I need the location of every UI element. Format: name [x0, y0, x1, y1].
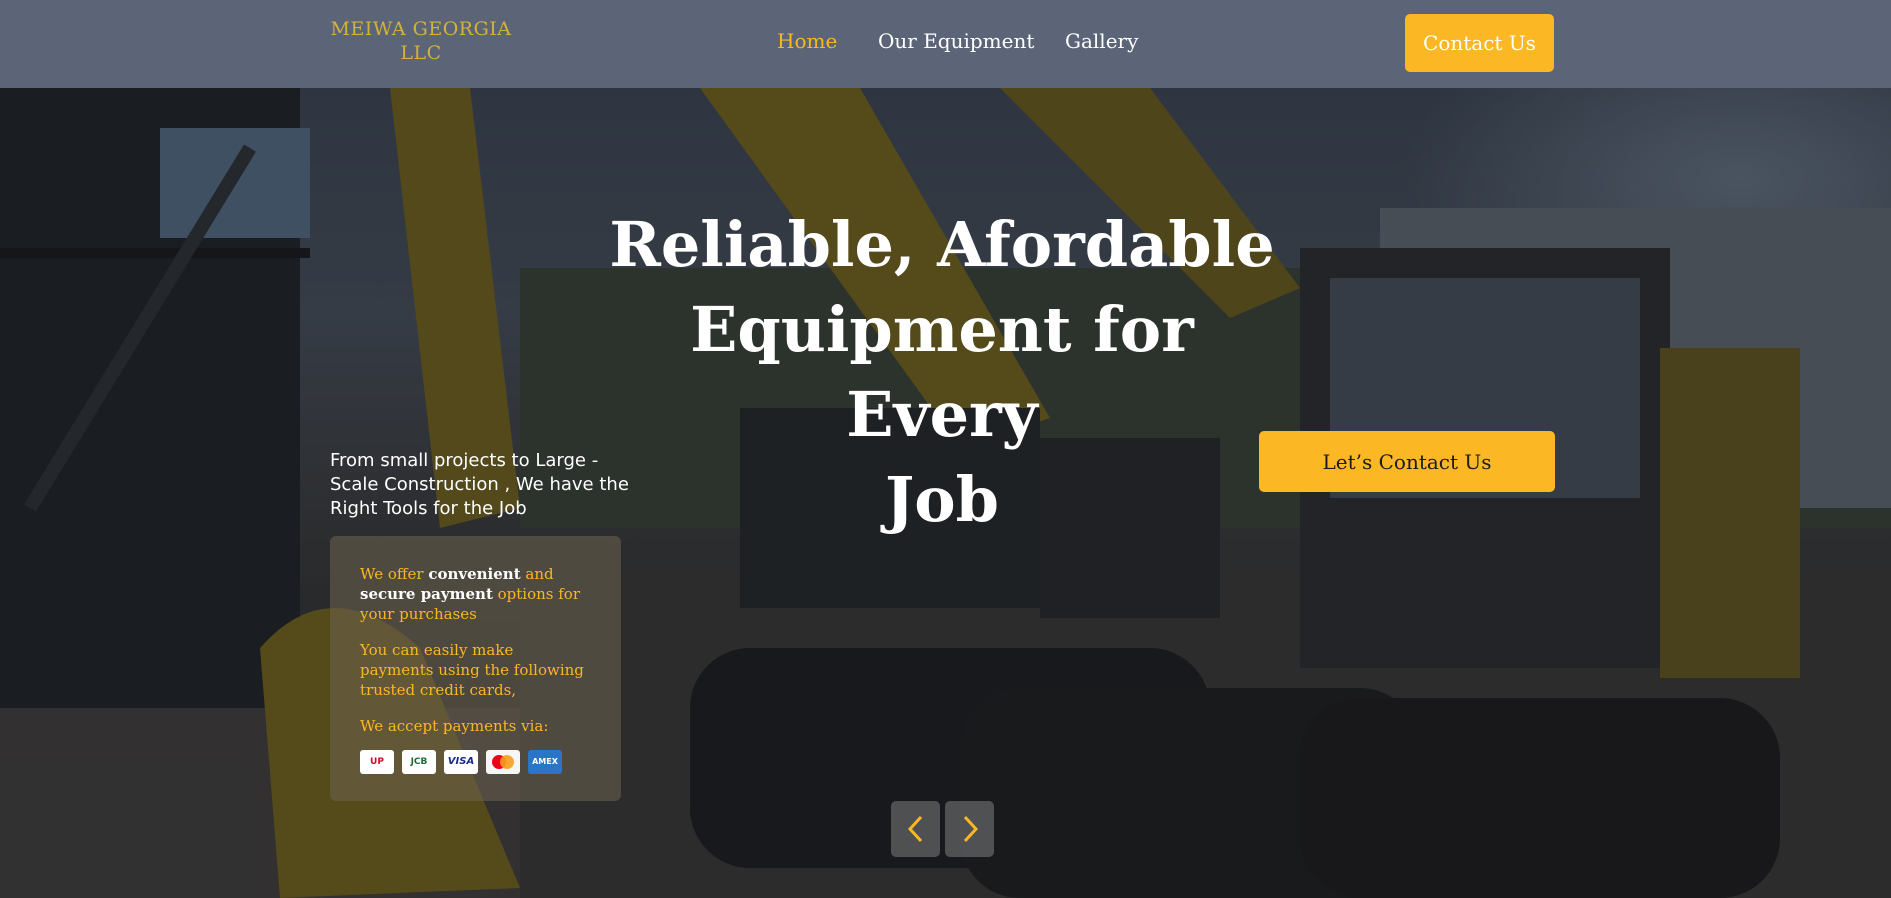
- unionpay-icon: UP: [360, 750, 394, 774]
- hero-subtitle-line-3: Right Tools for the Job: [330, 498, 527, 519]
- payment-text-line: payments using the following: [360, 661, 584, 679]
- unionpay-label: UP: [370, 757, 384, 767]
- slider-prev-button[interactable]: [891, 801, 940, 857]
- logo-line-1: MEIWA GEORGIA: [330, 18, 512, 40]
- payment-methods-text: You can easily make payments using the f…: [360, 640, 591, 700]
- jcb-label: JCB: [410, 757, 428, 767]
- payment-text-line: trusted credit cards,: [360, 681, 517, 699]
- payment-accept-label: We accept payments via:: [360, 717, 549, 735]
- nav-gallery[interactable]: Gallery: [1065, 29, 1138, 53]
- payment-text-highlight: secure payment: [360, 585, 493, 603]
- slider-next-button[interactable]: [945, 801, 994, 857]
- payment-info-card: We offer convenient and secure payment o…: [330, 536, 621, 801]
- mastercard-icon: [486, 750, 520, 774]
- contact-us-button[interactable]: Contact Us: [1405, 14, 1554, 72]
- payment-intro-text: We offer convenient and secure payment o…: [360, 564, 591, 624]
- payment-text-highlight: convenient: [428, 565, 521, 583]
- lets-contact-us-button[interactable]: Let’s Contact Us: [1259, 431, 1555, 492]
- visa-label: VISA: [447, 756, 475, 767]
- hero-title: Reliable, Afordable Equipment for Every …: [600, 202, 1284, 542]
- payment-text-part: and: [520, 565, 554, 583]
- hero-title-line-3: Job: [884, 463, 1000, 536]
- hero-slider: Reliable, Afordable Equipment for Every …: [0, 88, 1891, 898]
- hero-subtitle-line-1: From small projects to Large -: [330, 450, 599, 471]
- chevron-left-icon: [907, 815, 922, 843]
- payment-text-part: options for: [492, 585, 581, 603]
- nav-home[interactable]: Home: [777, 29, 837, 53]
- hero-subtitle-line-2: Scale Construction , We have the: [330, 474, 629, 495]
- hero-title-line-1: Reliable, Afordable: [609, 208, 1275, 281]
- payment-text-line: You can easily make: [360, 641, 514, 659]
- visa-icon: VISA: [444, 750, 478, 774]
- amex-icon: AMEX: [528, 750, 562, 774]
- amex-label: AMEX: [532, 757, 558, 766]
- payment-text-part: your purchases: [360, 605, 477, 623]
- logo-line-2: LLC: [400, 42, 442, 64]
- nav-our-equipment[interactable]: Our Equipment: [878, 29, 1034, 53]
- site-logo[interactable]: MEIWA GEORGIA LLC: [326, 17, 516, 65]
- site-header: MEIWA GEORGIA LLC Home Our Equipment Gal…: [0, 0, 1891, 88]
- chevron-right-icon: [963, 815, 978, 843]
- credit-card-icons: UP JCB VISA AMEX: [360, 750, 591, 774]
- payment-text-part: We offer: [360, 565, 429, 583]
- hero-title-line-2: Equipment for Every: [690, 293, 1194, 451]
- hero-subtitle: From small projects to Large - Scale Con…: [330, 449, 630, 521]
- jcb-icon: JCB: [402, 750, 436, 774]
